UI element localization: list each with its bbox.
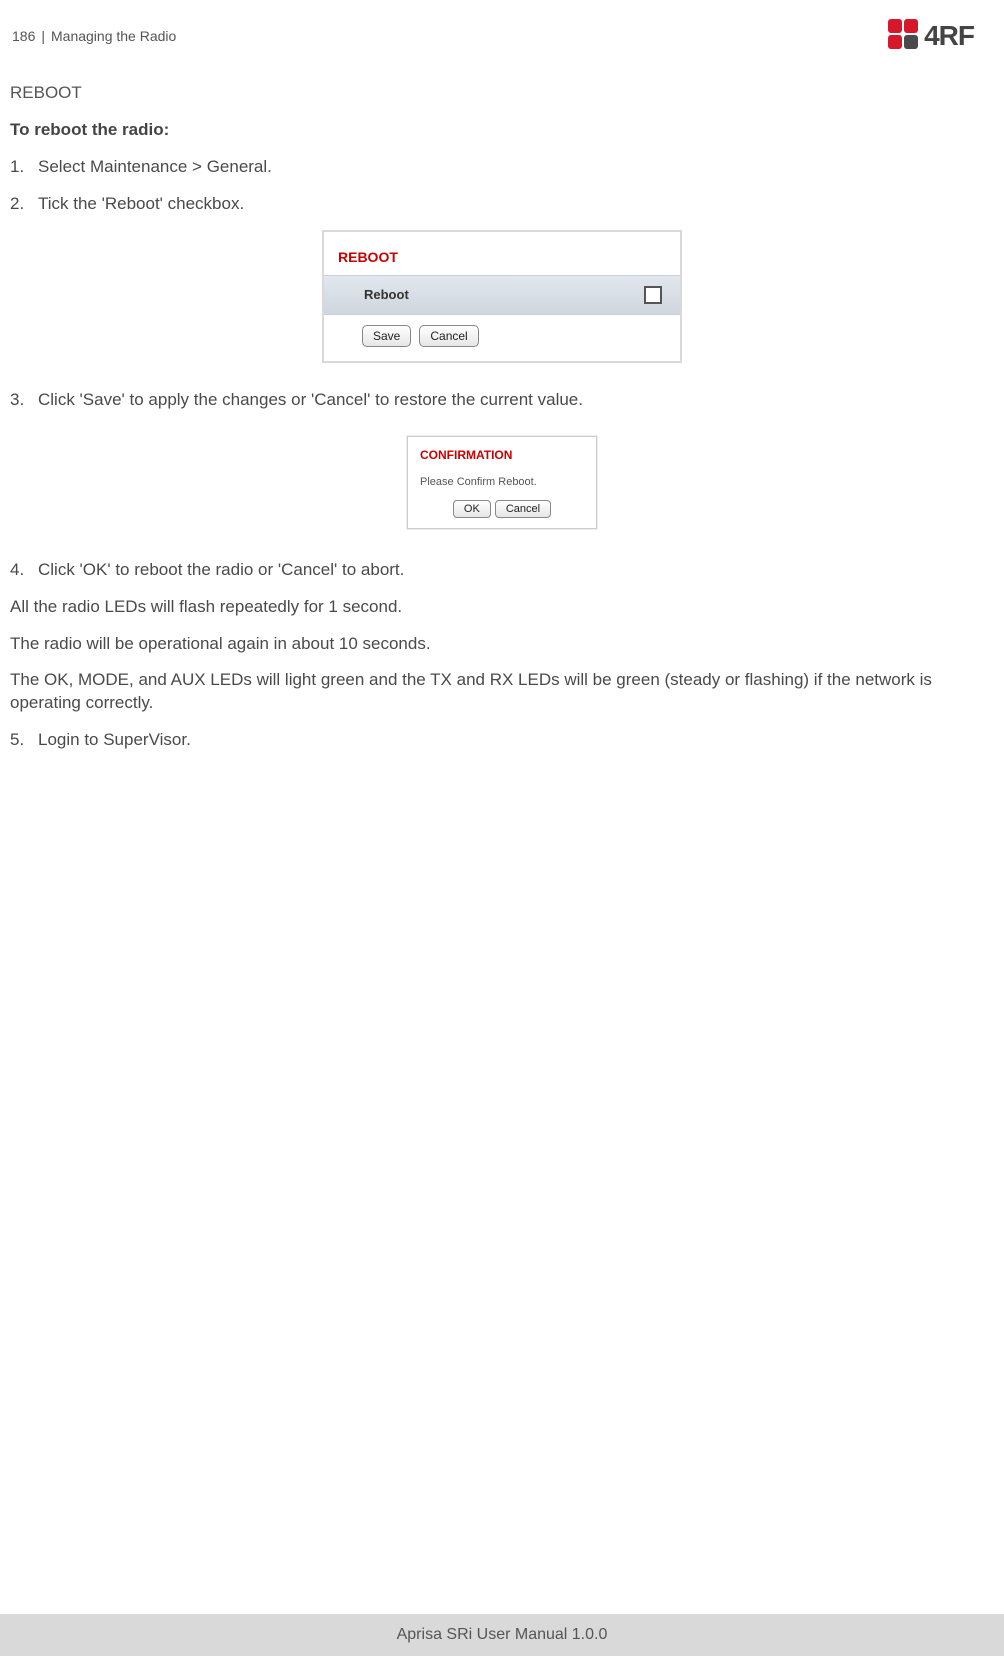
reboot-panel-title: REBOOT [338,249,398,265]
paragraph: The OK, MODE, and AUX LEDs will light gr… [10,669,994,715]
footer-text: Aprisa SRi User Manual 1.0.0 [397,1626,608,1643]
paragraph: All the radio LEDs will flash repeatedly… [10,596,994,619]
step-3: 3.Click 'Save' to apply the changes or '… [10,389,994,412]
intro-bold: To reboot the radio: [10,119,994,142]
section-heading: REBOOT [10,82,994,105]
step-number: 2. [10,193,38,216]
step-number: 3. [10,389,38,412]
step-text: Click 'OK' to reboot the radio or 'Cance… [38,560,404,579]
page-number: 186 [12,28,35,44]
page-footer: Aprisa SRi User Manual 1.0.0 [0,1614,1004,1656]
step-text: Login to SuperVisor. [38,730,191,749]
paragraph: The radio will be operational again in a… [10,633,994,656]
step-4: 4.Click 'OK' to reboot the radio or 'Can… [10,559,994,582]
step-number: 1. [10,156,38,179]
confirmation-message: Please Confirm Reboot. [408,469,596,500]
reboot-field-label: Reboot [364,286,409,304]
step-1: 1.Select Maintenance > General. [10,156,994,179]
page-header: 186 | Managing the Radio 4RF [0,20,1004,52]
step-text: Click 'Save' to apply the changes or 'Ca… [38,390,583,409]
section-title: Managing the Radio [51,28,176,44]
logo-icon [888,19,918,49]
step-5: 5.Login to SuperVisor. [10,729,994,752]
separator: | [41,28,45,44]
step-text: Select Maintenance > General. [38,157,272,176]
step-number: 5. [10,729,38,752]
confirmation-dialog: CONFIRMATION Please Confirm Reboot. OK C… [407,436,597,529]
brand-logo: 4RF [888,20,974,52]
save-button[interactable]: Save [362,325,411,347]
reboot-checkbox[interactable] [644,286,662,304]
ok-button[interactable]: OK [453,500,491,518]
step-2: 2.Tick the 'Reboot' checkbox. [10,193,994,216]
reboot-field-row: Reboot [324,275,680,315]
reboot-panel: REBOOT Reboot Save Cancel [322,230,682,363]
cancel-button[interactable]: Cancel [495,500,551,518]
page-content: REBOOT To reboot the radio: 1.Select Mai… [0,52,1004,752]
step-text: Tick the 'Reboot' checkbox. [38,194,244,213]
step-number: 4. [10,559,38,582]
cancel-button[interactable]: Cancel [419,325,478,347]
logo-text: 4RF [924,20,974,52]
confirmation-title: CONFIRMATION [408,437,596,469]
